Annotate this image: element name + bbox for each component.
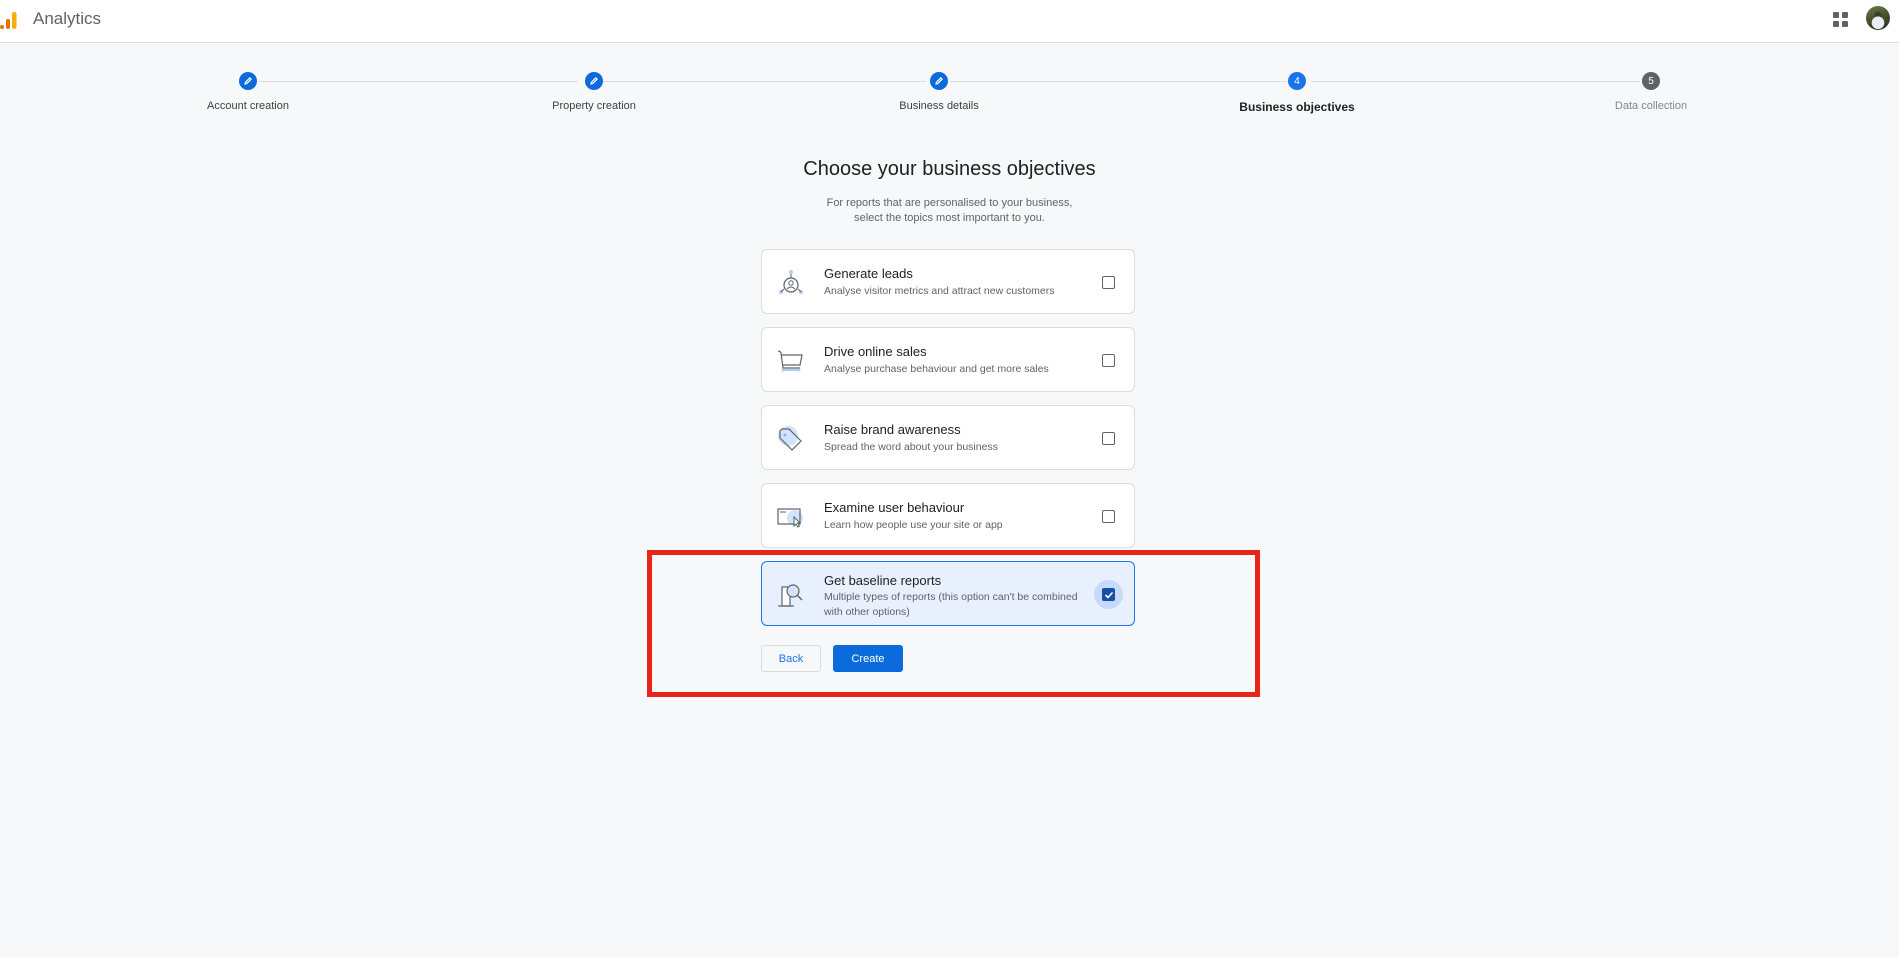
- option-title: Drive online sales: [824, 344, 927, 359]
- option-generate-leads[interactable]: Generate leads Analyse visitor metrics a…: [761, 249, 1135, 314]
- step-label: Business objectives: [1239, 100, 1355, 114]
- step-number: 5: [1642, 72, 1660, 90]
- option-title: Examine user behaviour: [824, 500, 965, 515]
- option-checkbox[interactable]: [1102, 510, 1115, 523]
- step-label: Data collection: [1614, 100, 1688, 112]
- option-raise-brand-awareness[interactable]: Raise brand awareness Spread the word ab…: [761, 405, 1135, 470]
- price-tag-icon: [778, 426, 802, 451]
- leads-network-icon: [779, 270, 803, 294]
- report-magnifier-icon: [778, 584, 803, 607]
- option-description: Spread the word about your business: [824, 441, 998, 453]
- shopping-cart-icon: [777, 350, 803, 372]
- pencil-icon: [239, 72, 257, 90]
- step-business-objectives: 4 Business objectives: [1197, 72, 1397, 114]
- option-title: Generate leads: [824, 266, 913, 281]
- option-checkbox[interactable]: [1102, 354, 1115, 367]
- step-business-details[interactable]: Business details: [839, 72, 1039, 112]
- pencil-icon: [930, 72, 948, 90]
- subtitle-line: select the topics most important to you.: [854, 212, 1045, 224]
- option-examine-user-behaviour[interactable]: Examine user behaviour Learn how people …: [761, 483, 1135, 548]
- page-subtitle: For reports that are personalised to you…: [0, 196, 1899, 226]
- step-account-creation[interactable]: Account creation: [148, 72, 348, 112]
- back-button[interactable]: Back: [761, 645, 821, 672]
- option-checkbox[interactable]: [1102, 276, 1115, 289]
- top-app-bar: Analytics: [0, 0, 1899, 43]
- apps-grid-icon[interactable]: [1833, 12, 1849, 28]
- step-label: Property creation: [552, 100, 636, 112]
- option-checkbox-checked[interactable]: [1102, 588, 1115, 601]
- create-button[interactable]: Create: [833, 645, 903, 672]
- step-number: 4: [1288, 72, 1306, 90]
- option-checkbox[interactable]: [1102, 432, 1115, 445]
- option-description: Learn how people use your site or app: [824, 519, 1003, 531]
- option-description: Analyse purchase behaviour and get more …: [824, 363, 1049, 375]
- step-label: Account creation: [207, 100, 289, 112]
- analytics-logo[interactable]: [0, 10, 20, 30]
- option-drive-online-sales[interactable]: Drive online sales Analyse purchase beha…: [761, 327, 1135, 392]
- subtitle-line: For reports that are personalised to you…: [826, 197, 1073, 209]
- screen-cursor-icon: [777, 508, 803, 528]
- option-description: Multiple types of reports (this option c…: [824, 591, 1078, 618]
- step-property-creation[interactable]: Property creation: [494, 72, 694, 112]
- page-title: Choose your business objectives: [803, 158, 1096, 180]
- option-title: Raise brand awareness: [824, 422, 961, 437]
- step-label: Business details: [899, 100, 979, 112]
- pencil-icon: [585, 72, 603, 90]
- step-data-collection: 5 Data collection: [1551, 72, 1751, 112]
- app-title: Analytics: [33, 9, 102, 28]
- checkmark-icon: [1104, 591, 1113, 599]
- option-title: Get baseline reports: [824, 573, 942, 588]
- account-avatar[interactable]: [1866, 6, 1890, 30]
- option-description: Analyse visitor metrics and attract new …: [824, 285, 1055, 297]
- option-get-baseline-reports[interactable]: Get baseline reports Multiple types of r…: [761, 561, 1135, 626]
